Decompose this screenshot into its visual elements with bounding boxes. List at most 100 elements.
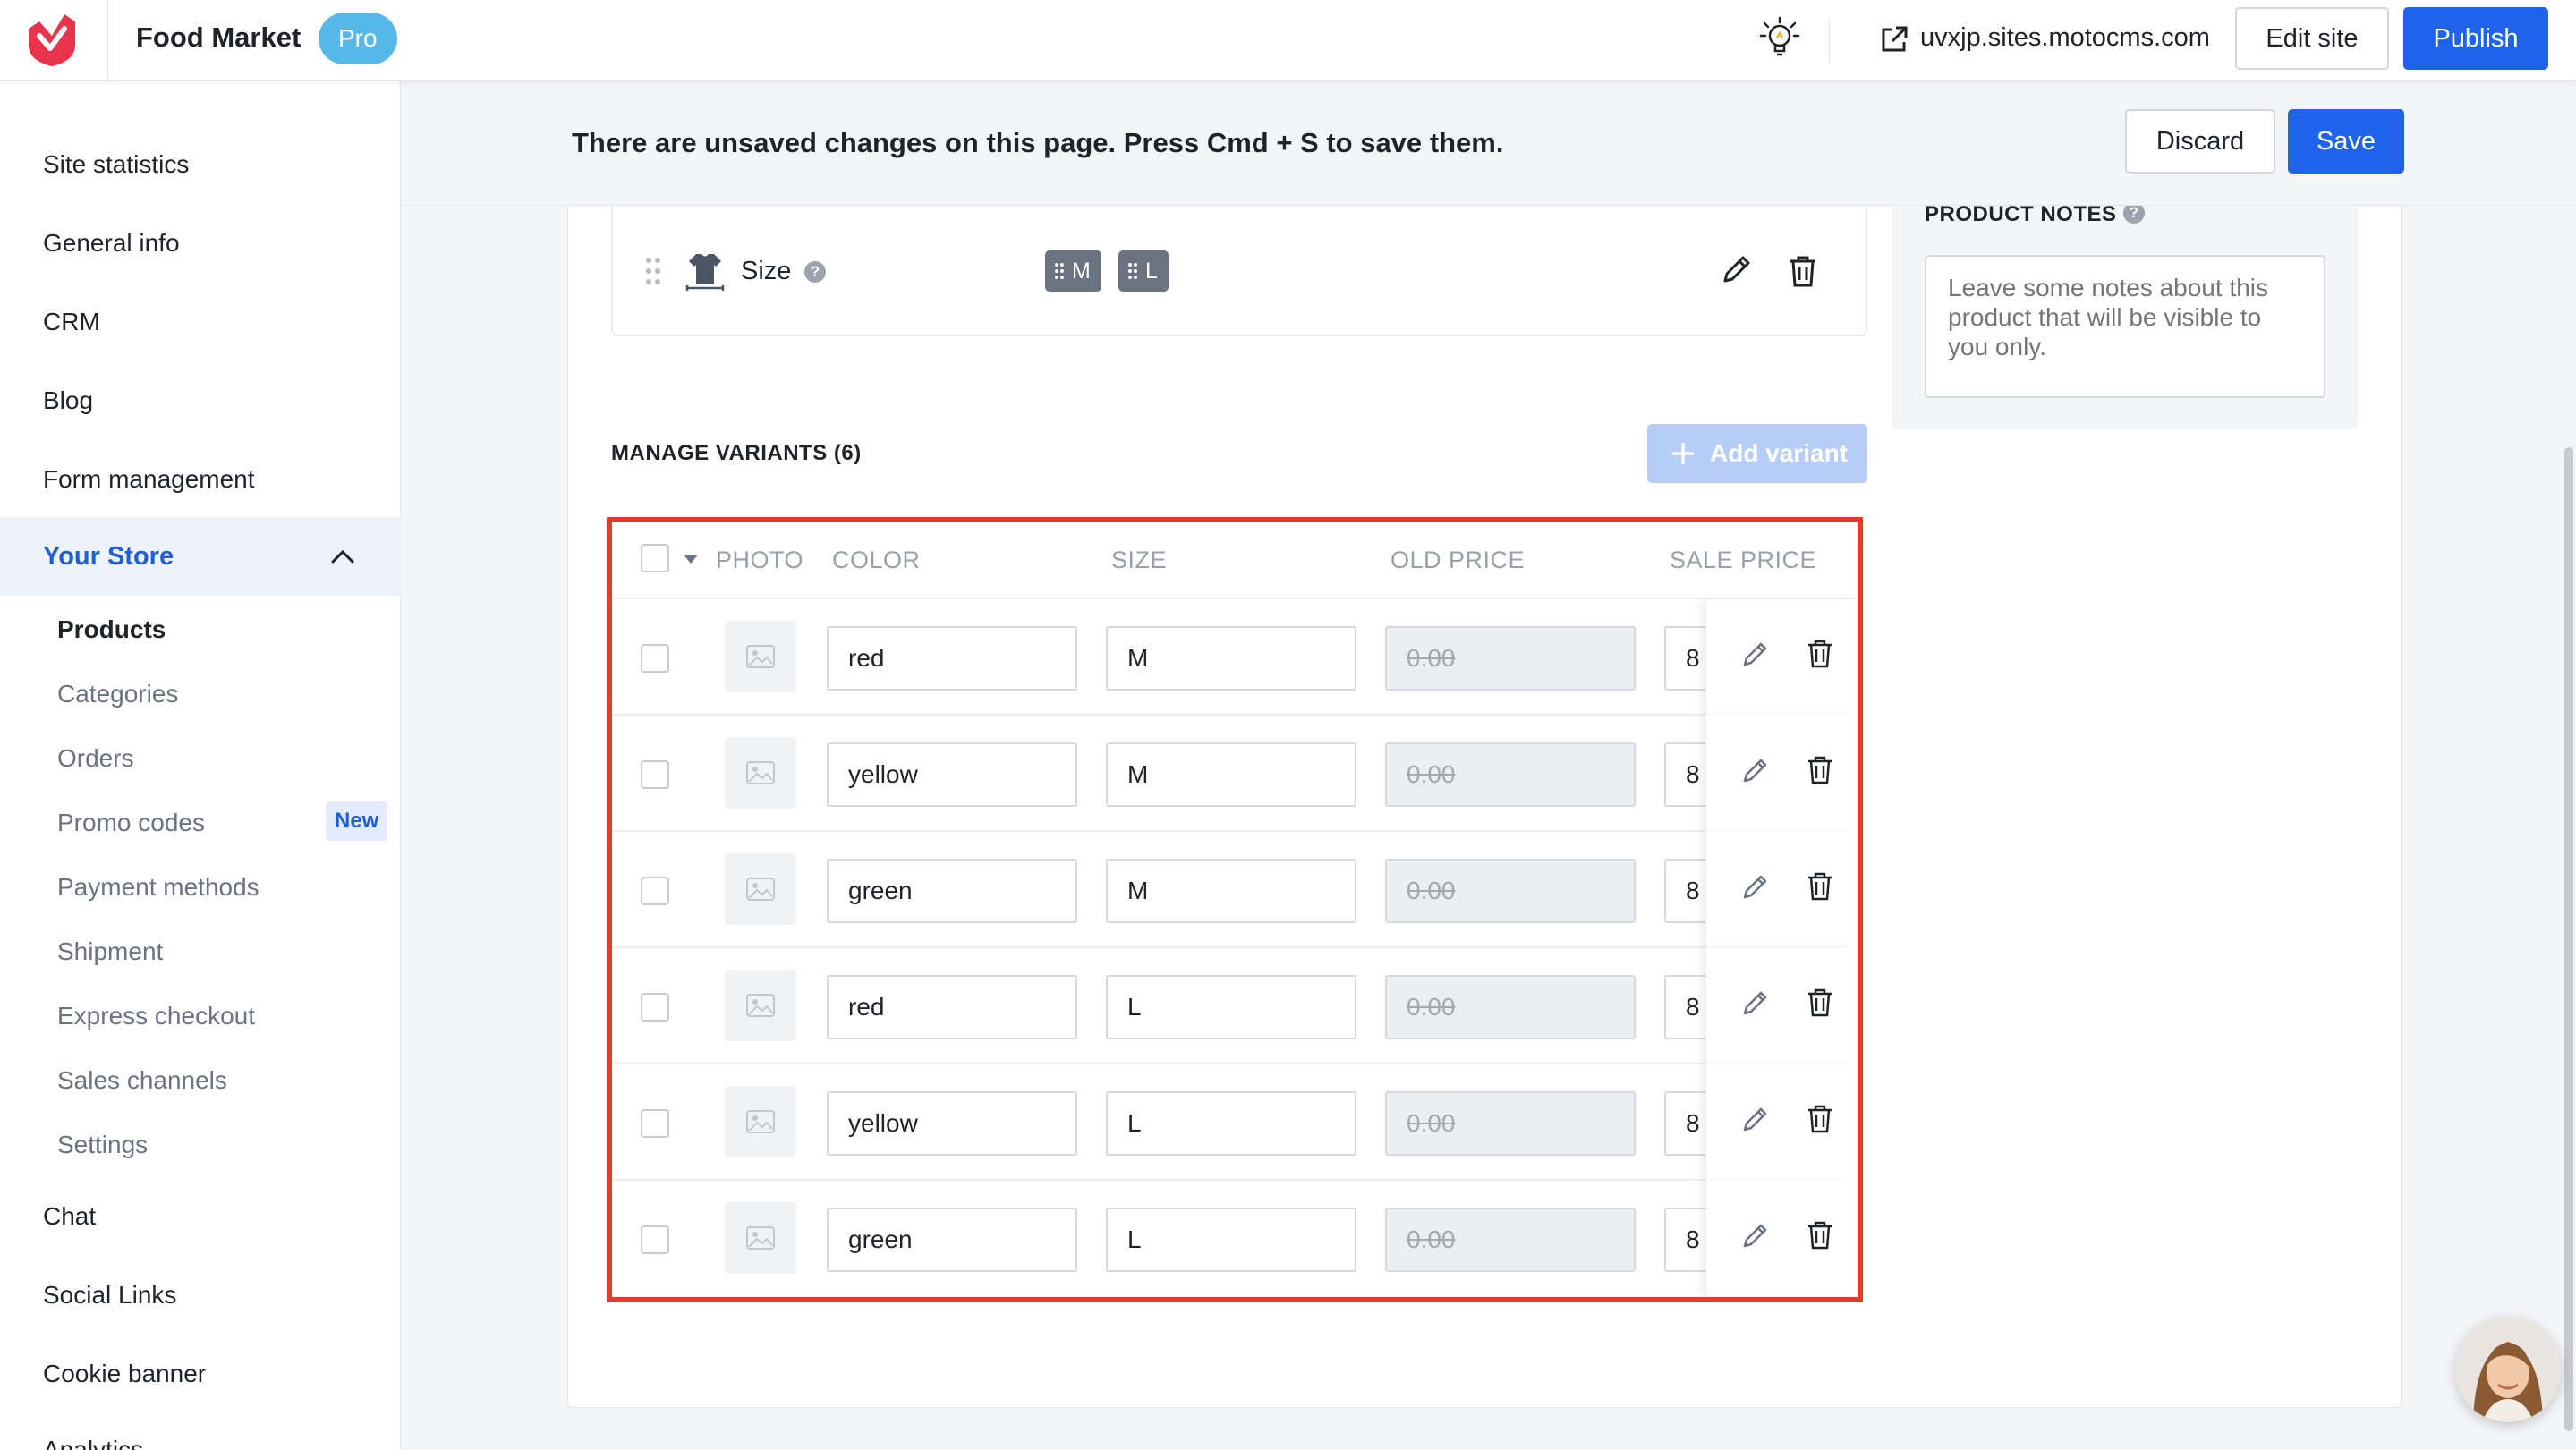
color-input[interactable]: green	[827, 1208, 1077, 1272]
delete-variant-trash-icon[interactable]	[1807, 1220, 1833, 1251]
color-input[interactable]: red	[827, 975, 1077, 1039]
external-link-icon[interactable]	[1879, 24, 1909, 55]
edit-variant-pencil-icon[interactable]	[1740, 988, 1771, 1018]
sidebar-item-analytics[interactable]: Analytics	[43, 1436, 143, 1450]
edit-variant-pencil-icon[interactable]	[1740, 1104, 1771, 1134]
size-input[interactable]: L	[1106, 1208, 1356, 1272]
delete-variant-trash-icon[interactable]	[1807, 871, 1833, 902]
edit-variant-pencil-icon[interactable]	[1740, 639, 1771, 669]
old-price-input: 0.00	[1385, 859, 1636, 923]
image-placeholder-icon	[746, 761, 775, 784]
option-value-chip[interactable]: L	[1118, 250, 1169, 292]
variant-photo-placeholder[interactable]	[725, 1202, 796, 1274]
option-value-chip[interactable]: M	[1045, 250, 1101, 292]
drag-handle-icon[interactable]	[644, 256, 662, 286]
row-checkbox[interactable]	[641, 760, 669, 789]
variant-row: red M 0.00 8	[612, 599, 1858, 716]
sidebar-sub-products[interactable]: Products	[57, 615, 166, 644]
edit-variant-pencil-icon[interactable]	[1740, 1220, 1771, 1251]
row-checkbox[interactable]	[641, 877, 669, 905]
delete-variant-trash-icon[interactable]	[1807, 988, 1833, 1018]
sidebar-item-general-info[interactable]: General info	[43, 229, 180, 258]
sidebar-sub-shipment[interactable]: Shipment	[57, 937, 163, 966]
edit-site-button[interactable]: Edit site	[2235, 7, 2389, 70]
edit-option-pencil-icon[interactable]	[1720, 252, 1754, 286]
sidebar-item-cookie-banner[interactable]: Cookie banner	[43, 1360, 206, 1388]
add-variant-button[interactable]: Add variant	[1647, 424, 1867, 483]
motocms-logo-icon[interactable]	[23, 9, 81, 68]
variants-table-header: PHOTO COLOR SIZE OLD PRICE SALE PRICE	[612, 522, 1858, 599]
color-input[interactable]: yellow	[827, 742, 1077, 807]
variant-photo-placeholder[interactable]	[725, 737, 796, 809]
publish-button[interactable]: Publish	[2403, 7, 2548, 70]
color-input[interactable]: yellow	[827, 1091, 1077, 1156]
sidebar-item-form-management[interactable]: Form management	[43, 465, 255, 494]
sidebar-item-your-store[interactable]: Your Store	[43, 542, 174, 572]
delete-option-trash-icon[interactable]	[1788, 254, 1818, 288]
column-header-old-price: OLD PRICE	[1390, 547, 1526, 573]
delete-variant-trash-icon[interactable]	[1807, 639, 1833, 669]
header-divider	[1829, 18, 1830, 63]
unsaved-changes-message: There are unsaved changes on this page. …	[572, 127, 1504, 158]
color-input[interactable]: red	[827, 626, 1077, 691]
edit-variant-pencil-icon[interactable]	[1740, 871, 1771, 902]
sidebar-sub-categories[interactable]: Categories	[57, 680, 178, 708]
image-placeholder-icon	[746, 1110, 775, 1133]
page-scrollbar-thumb[interactable]	[2564, 447, 2573, 1431]
discard-button[interactable]: Discard	[2125, 109, 2275, 174]
sidebar-sub-orders[interactable]: Orders	[57, 744, 134, 773]
person-avatar-icon	[2455, 1317, 2561, 1422]
delete-variant-trash-icon[interactable]	[1807, 755, 1833, 785]
sidebar-item-blog[interactable]: Blog	[43, 386, 93, 415]
caret-down-icon[interactable]	[684, 555, 698, 564]
new-badge: New	[326, 801, 388, 841]
sidebar-item-social-links[interactable]: Social Links	[43, 1281, 176, 1310]
sidebar-sub-sales-channels[interactable]: Sales channels	[57, 1066, 227, 1095]
site-url-link[interactable]: uvxjp.sites.motocms.com	[1920, 23, 2210, 53]
shirt-size-icon	[685, 254, 725, 291]
sidebar-item-chat[interactable]: Chat	[43, 1202, 96, 1231]
sidebar-sub-express-checkout[interactable]: Express checkout	[57, 1002, 255, 1030]
old-price-input: 0.00	[1385, 1208, 1636, 1272]
variant-photo-placeholder[interactable]	[725, 621, 796, 692]
select-all-checkbox[interactable]	[641, 544, 669, 572]
row-checkbox[interactable]	[641, 1109, 669, 1138]
sidebar-sub-promo-codes[interactable]: Promo codes	[57, 809, 205, 837]
chevron-up-icon[interactable]	[329, 546, 356, 567]
variant-photo-placeholder[interactable]	[725, 1086, 796, 1157]
row-actions	[1705, 1064, 1858, 1181]
row-checkbox[interactable]	[641, 644, 669, 673]
variant-row: yellow L 0.00 8	[612, 1064, 1858, 1181]
size-input[interactable]: M	[1106, 859, 1356, 923]
old-price-input: 0.00	[1385, 1091, 1636, 1156]
row-checkbox[interactable]	[641, 1225, 669, 1254]
site-name: Food Market	[136, 21, 302, 53]
sidebar-sub-payment-methods[interactable]: Payment methods	[57, 873, 259, 902]
option-help-icon[interactable]: ?	[804, 261, 826, 283]
option-value-label: L	[1145, 259, 1158, 284]
logo-divider	[107, 0, 108, 81]
size-input[interactable]: M	[1106, 742, 1356, 807]
color-input[interactable]: green	[827, 859, 1077, 923]
support-chat-avatar[interactable]	[2455, 1317, 2561, 1422]
product-notes-textarea[interactable]	[1925, 255, 2325, 398]
edit-variant-pencil-icon[interactable]	[1740, 755, 1771, 785]
size-input[interactable]: L	[1106, 975, 1356, 1039]
column-header-sale-price: SALE PRICE	[1670, 547, 1817, 573]
variant-photo-placeholder[interactable]	[725, 853, 796, 925]
lightbulb-icon[interactable]	[1759, 16, 1800, 61]
sidebar-item-site-statistics[interactable]: Site statistics	[43, 150, 189, 179]
delete-variant-trash-icon[interactable]	[1807, 1104, 1833, 1134]
sidebar-sub-settings[interactable]: Settings	[57, 1131, 148, 1159]
save-button[interactable]: Save	[2288, 109, 2404, 174]
row-actions	[1705, 948, 1858, 1064]
variant-photo-placeholder[interactable]	[725, 970, 796, 1041]
row-actions	[1705, 716, 1858, 832]
image-placeholder-icon	[746, 1226, 775, 1250]
manage-variants-title: MANAGE VARIANTS (6)	[611, 441, 862, 465]
row-checkbox[interactable]	[641, 993, 669, 1022]
size-input[interactable]: L	[1106, 1091, 1356, 1156]
sidebar-item-crm[interactable]: CRM	[43, 308, 100, 336]
size-input[interactable]: M	[1106, 626, 1356, 691]
table-horizontal-scrollbar[interactable]	[612, 1297, 1274, 1302]
